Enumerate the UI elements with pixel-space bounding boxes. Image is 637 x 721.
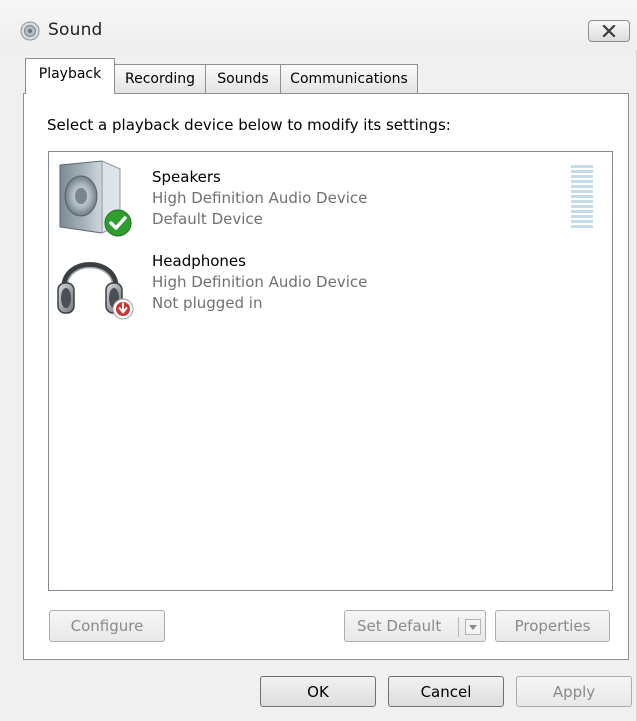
- playback-device-list[interactable]: Speakers High Definition Audio Device De…: [48, 151, 613, 591]
- set-default-button[interactable]: Set Default: [344, 610, 486, 642]
- chevron-down-icon[interactable]: [465, 619, 481, 635]
- ok-button[interactable]: OK: [260, 676, 376, 707]
- split-divider: [458, 617, 459, 637]
- window-title: Sound: [48, 20, 103, 40]
- speaker-icon: [19, 20, 41, 42]
- apply-button[interactable]: Apply: [516, 676, 632, 707]
- red-down-arrow-icon: [112, 298, 134, 320]
- tab-communications-label: Communications: [290, 71, 408, 87]
- configure-button-label: Configure: [70, 617, 144, 635]
- device-description: High Definition Audio Device: [152, 273, 368, 291]
- configure-button[interactable]: Configure: [49, 610, 165, 642]
- sound-dialog-window: Sound Playback Recording Sounds Communic…: [0, 0, 637, 721]
- playback-panel: Select a playback device below to modify…: [23, 93, 629, 660]
- tab-playback[interactable]: Playback: [25, 58, 115, 94]
- tab-playback-label: Playback: [38, 65, 102, 82]
- device-name: Headphones: [152, 252, 246, 270]
- properties-button-label: Properties: [514, 617, 591, 635]
- ok-button-label: OK: [307, 682, 329, 701]
- close-icon: [602, 22, 616, 41]
- green-check-icon: [103, 208, 133, 238]
- tab-sounds[interactable]: Sounds: [205, 64, 281, 93]
- volume-level-meter: [571, 165, 593, 228]
- cancel-button-label: Cancel: [420, 682, 472, 701]
- device-speakers[interactable]: Speakers High Definition Audio Device De…: [49, 152, 612, 238]
- tab-communications[interactable]: Communications: [280, 64, 418, 93]
- instruction-text: Select a playback device below to modify…: [47, 116, 451, 134]
- cancel-button[interactable]: Cancel: [388, 676, 504, 707]
- device-status: Not plugged in: [152, 294, 263, 312]
- tab-sounds-label: Sounds: [217, 71, 269, 87]
- apply-button-label: Apply: [552, 682, 596, 701]
- device-description: High Definition Audio Device: [152, 189, 368, 207]
- tab-recording-label: Recording: [124, 71, 196, 87]
- title-bar[interactable]: Sound: [0, 0, 637, 50]
- properties-button[interactable]: Properties: [495, 610, 610, 642]
- close-button[interactable]: [588, 20, 630, 42]
- device-status: Default Device: [152, 210, 263, 228]
- device-headphones[interactable]: Headphones High Definition Audio Device …: [49, 236, 612, 320]
- tab-recording[interactable]: Recording: [114, 64, 206, 93]
- set-default-button-label: Set Default: [357, 617, 442, 635]
- device-name: Speakers: [152, 168, 221, 186]
